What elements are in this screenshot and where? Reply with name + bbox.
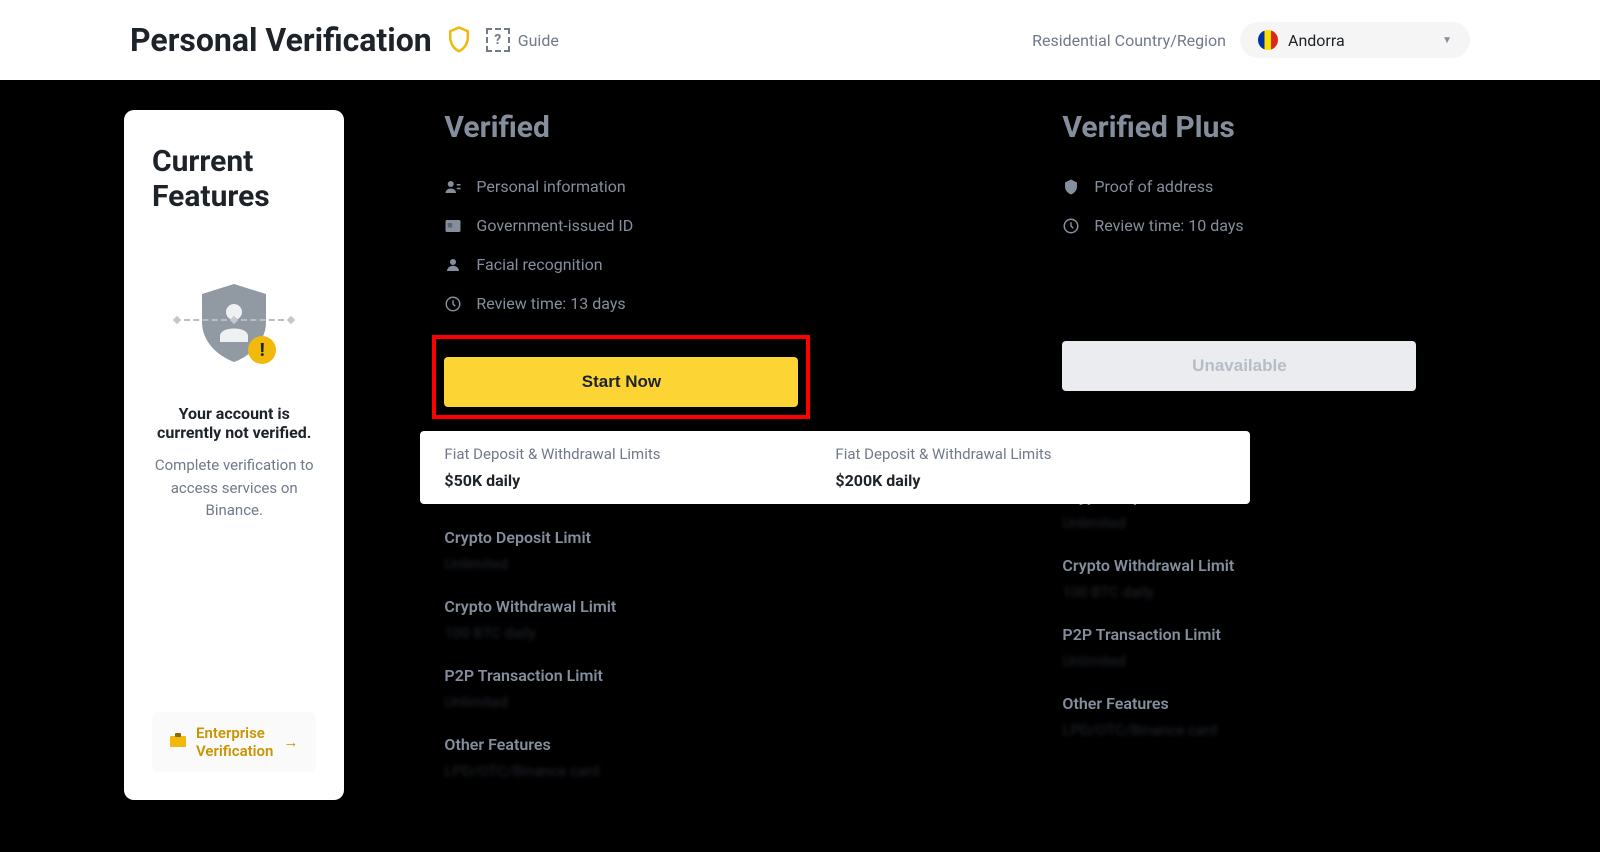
req-proof-address: Proof of address	[1062, 177, 1600, 196]
fiat-label-plus: Fiat Deposit & Withdrawal Limits	[835, 445, 1226, 463]
country-selected-value: Andorra	[1288, 31, 1345, 50]
warning-badge-icon: !	[248, 336, 276, 364]
fiat-value-verified: $50K daily	[444, 471, 835, 490]
unavailable-button: Unavailable	[1062, 341, 1416, 391]
verification-sub-text: Complete verification to access services…	[152, 454, 316, 522]
guide-help-icon: ?	[486, 28, 510, 52]
start-now-button[interactable]: Start Now	[444, 357, 798, 407]
enterprise-label: Enterprise Verification	[196, 724, 273, 760]
guide-button[interactable]: ? Guide	[486, 28, 559, 52]
req-facial: Facial recognition	[444, 255, 1062, 274]
req-review-time: Review time: 13 days	[444, 294, 1062, 313]
fiat-label-verified: Fiat Deposit & Withdrawal Limits	[444, 445, 835, 463]
unverified-illustration: !	[174, 284, 294, 374]
guide-label: Guide	[518, 31, 559, 50]
country-label: Residential Country/Region	[1032, 31, 1226, 50]
country-select[interactable]: Andorra ▼	[1240, 22, 1470, 58]
arrow-right-icon: →	[283, 733, 298, 751]
enterprise-verification-link[interactable]: Enterprise Verification →	[152, 712, 316, 772]
req-review-time-plus: Review time: 10 days	[1062, 216, 1600, 235]
fiat-limits-highlight: Fiat Deposit & Withdrawal Limits $50K da…	[420, 431, 1250, 504]
page-title: Personal Verification	[130, 21, 432, 59]
verification-shield-icon	[444, 25, 474, 55]
tier-verified-title: Verified	[444, 110, 1062, 145]
briefcase-icon	[170, 733, 186, 751]
crypto-withdrawal-limit-verified: Crypto Withdrawal Limit 100 BTC daily	[444, 597, 1062, 642]
start-now-highlight-box: Start Now	[432, 335, 810, 419]
fiat-value-plus: $200K daily	[835, 471, 1226, 490]
page-header: Personal Verification ? Guide Residentia…	[0, 0, 1600, 80]
req-gov-id: Government-issued ID	[444, 216, 1062, 235]
other-features-plus: Other Features LPD/OTC/Binance card	[1062, 694, 1600, 739]
current-features-card: Current Features ! Your account is curre…	[124, 110, 344, 800]
current-features-title: Current Features	[152, 144, 316, 214]
tier-verified: Verified Personal information Government…	[444, 110, 1062, 780]
verification-status-text: Your account is currently not verified.	[152, 404, 316, 442]
tier-verified-plus-title: Verified Plus	[1062, 110, 1600, 145]
req-personal-info: Personal information	[444, 177, 1062, 196]
chevron-down-icon: ▼	[1442, 35, 1452, 46]
crypto-withdrawal-limit-plus: Crypto Withdrawal Limit 100 BTC daily	[1062, 556, 1600, 601]
crypto-deposit-limit-verified: Crypto Deposit Limit Unlimited	[444, 528, 1062, 573]
other-features-verified: Other Features LPD/OTC/Binance card	[444, 735, 1062, 780]
p2p-limit-verified: P2P Transaction Limit Unlimited	[444, 666, 1062, 711]
andorra-flag-icon	[1258, 30, 1278, 50]
p2p-limit-plus: P2P Transaction Limit Unlimited	[1062, 625, 1600, 670]
